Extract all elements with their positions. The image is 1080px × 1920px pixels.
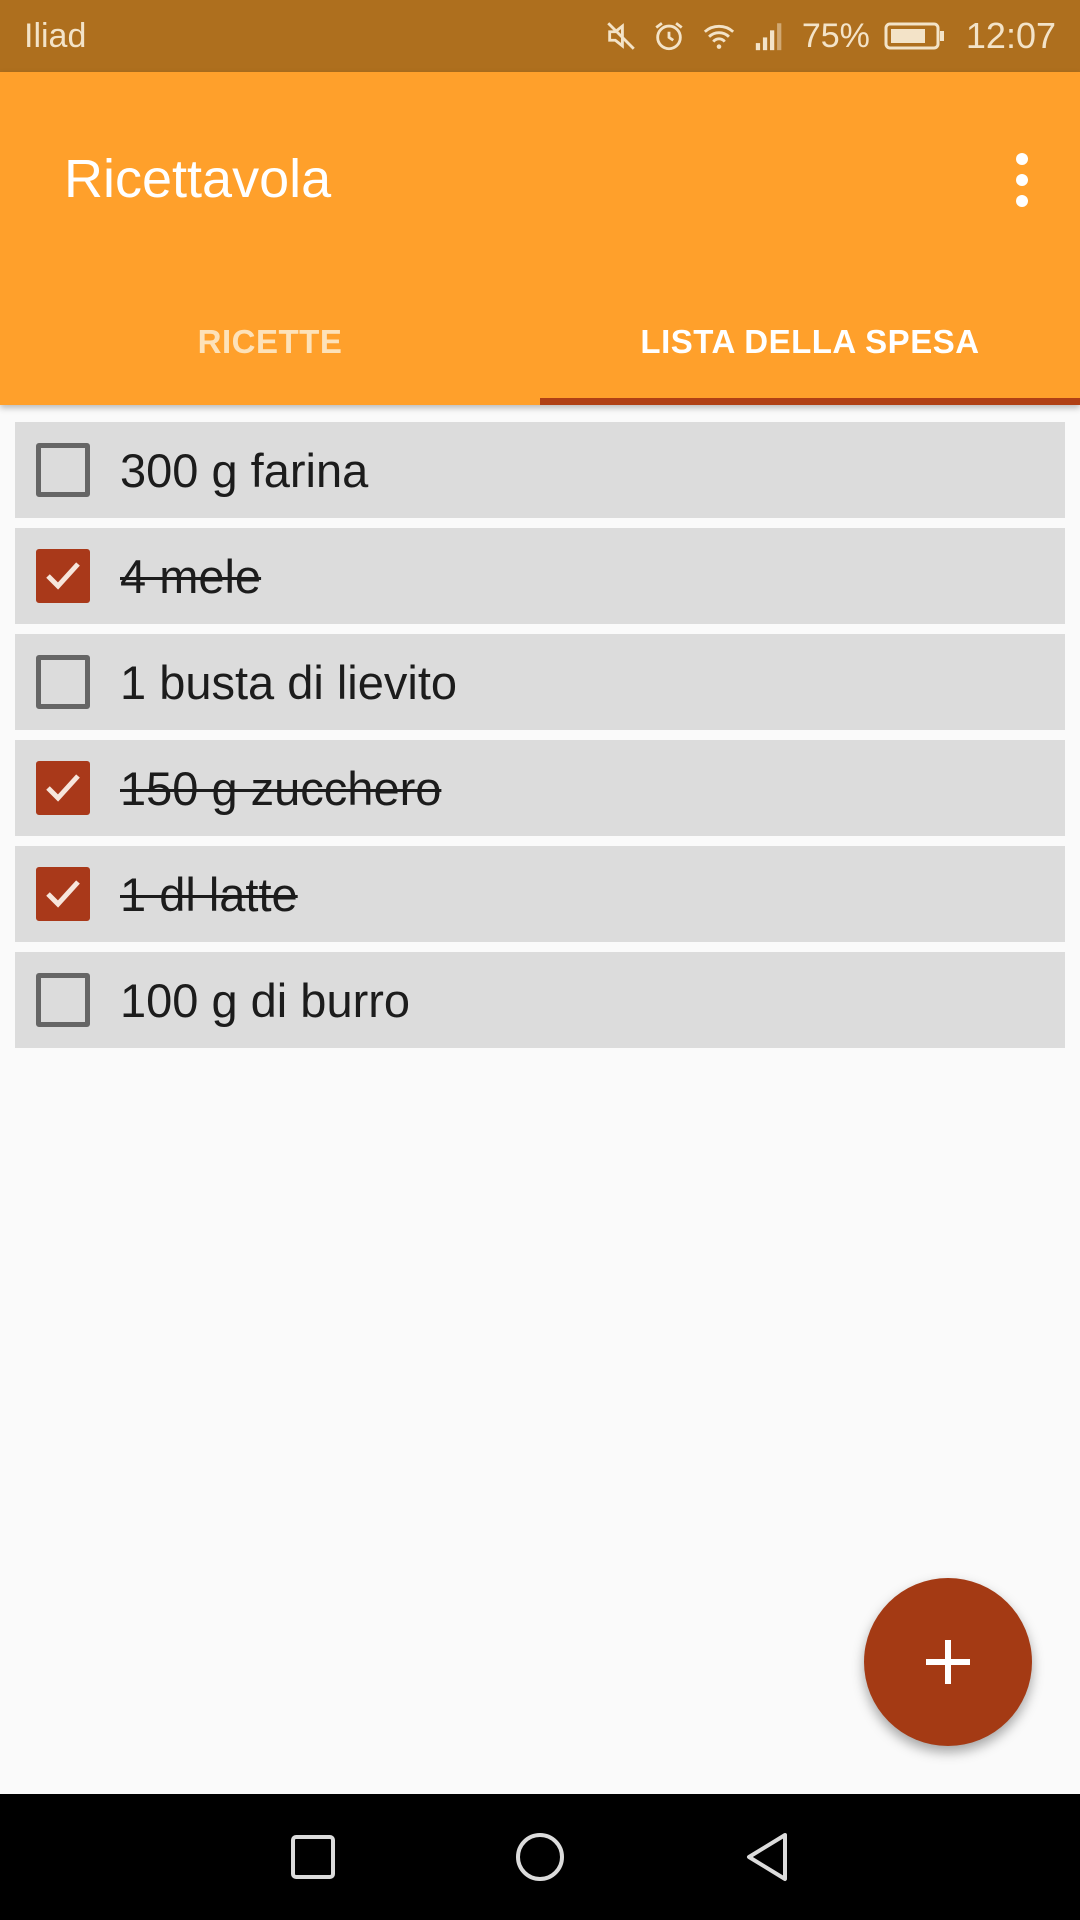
item-label: 300 g farina (120, 443, 369, 497)
list-item[interactable]: 4 mele (15, 528, 1065, 624)
home-button[interactable] (505, 1822, 575, 1892)
tab-ricette[interactable]: RICETTE (0, 265, 540, 405)
plus-icon (926, 1640, 970, 1684)
item-label: 100 g di burro (120, 973, 411, 1027)
item-label: 150 g zucchero (120, 761, 442, 815)
checkbox[interactable] (36, 973, 90, 1027)
item-label: 1 busta di lievito (120, 655, 458, 709)
home-circle-icon (515, 1833, 564, 1881)
shopping-list: 300 g farina 4 mele 1 busta di lievito 1… (15, 422, 1065, 1058)
clock: 12:07 (965, 15, 1056, 56)
checkbox[interactable] (36, 443, 90, 497)
navigation-bar (0, 1794, 1080, 1920)
list-item[interactable]: 100 g di burro (15, 952, 1065, 1048)
app-bar: Ricettavola RICETTE LISTA DELLA SPESA (0, 72, 1080, 405)
item-label: 4 mele (120, 549, 262, 603)
app-title: Ricettavola (64, 149, 332, 209)
checkbox-checked[interactable] (36, 867, 90, 921)
back-button[interactable] (732, 1822, 802, 1892)
recents-square-icon (291, 1835, 336, 1879)
list-item[interactable]: 1 dl latte (15, 846, 1065, 942)
battery-icon (884, 21, 946, 51)
list-item[interactable]: 300 g farina (15, 422, 1065, 518)
check-icon (46, 880, 80, 908)
signal-icon (752, 19, 788, 53)
check-icon (46, 774, 80, 802)
screen: Iliad 75% 12:07 Ricettavola RICETTE LIST… (0, 0, 1080, 1920)
tab-bar: RICETTE LISTA DELLA SPESA (0, 265, 1080, 405)
tab-lista-della-spesa[interactable]: LISTA DELLA SPESA (540, 265, 1080, 405)
wifi-icon (700, 19, 738, 53)
alarm-icon (652, 19, 686, 53)
list-item[interactable]: 150 g zucchero (15, 740, 1065, 836)
back-triangle-icon (746, 1833, 787, 1881)
item-label: 1 dl latte (120, 867, 298, 921)
check-icon (46, 562, 80, 590)
carrier-name: Iliad (24, 16, 87, 55)
list-item[interactable]: 1 busta di lievito (15, 634, 1065, 730)
status-bar: Iliad 75% 12:07 (0, 0, 1080, 72)
checkbox-checked[interactable] (36, 761, 90, 815)
checkbox[interactable] (36, 655, 90, 709)
mute-icon (604, 19, 638, 53)
status-icons: 75% 12:07 (604, 15, 1056, 57)
recents-button[interactable] (278, 1822, 348, 1892)
checkbox-checked[interactable] (36, 549, 90, 603)
battery-percent: 75% (801, 16, 870, 55)
add-item-button[interactable] (864, 1578, 1032, 1746)
more-vert-icon[interactable] (994, 148, 1050, 212)
